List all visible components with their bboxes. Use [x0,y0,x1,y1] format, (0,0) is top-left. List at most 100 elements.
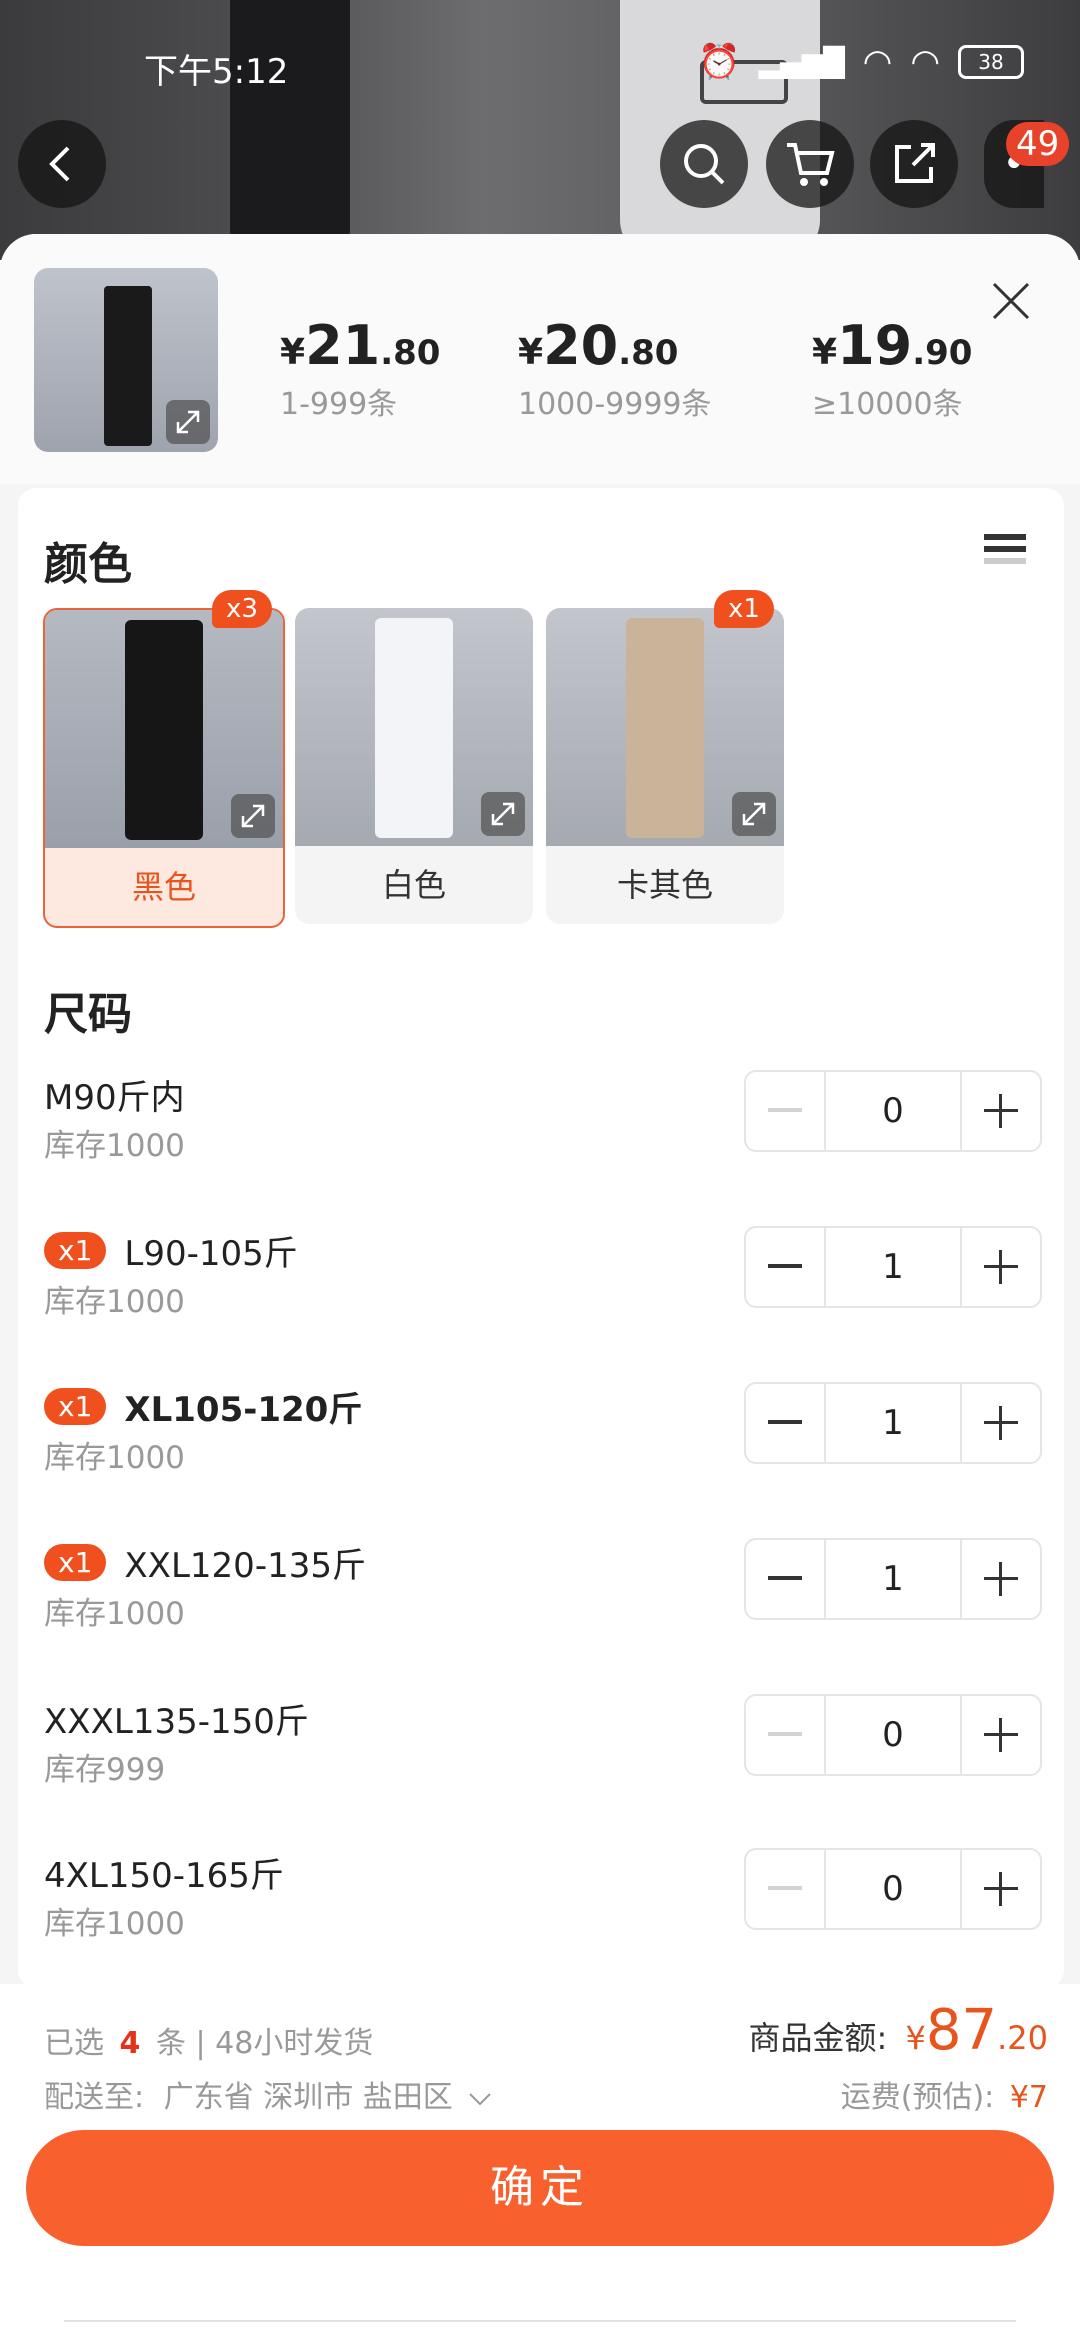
plus-icon [984,1872,1018,1906]
status-time: 下午5:12 [144,52,289,92]
share-icon [895,143,935,183]
signal-icon: ▂▄▆█ [758,45,845,79]
size-name: XXL120-135斤 [124,1546,366,1586]
ship-to[interactable]: 配送至: 广东省 深圳市 盐田区 [44,2072,492,2116]
selected-count: 4 [119,2026,141,2061]
decrement-button[interactable] [746,1384,824,1462]
search-icon [684,144,725,185]
size-row: 4XL150-165斤 库存1000 0 [44,1848,1044,1958]
quantity-input[interactable]: 1 [824,1228,962,1306]
expand-icon[interactable] [732,792,776,836]
list-view-icon[interactable] [984,530,1026,572]
search-button[interactable] [660,120,748,208]
close-icon[interactable] [988,278,1034,324]
chevron-down-icon [469,2093,491,2106]
alarm-icon: ⏰ [698,42,741,82]
color-swatch-black[interactable]: 黑色 [43,608,285,928]
increment-button[interactable] [962,1228,1040,1306]
size-stock: 库存1000 [44,1440,185,1476]
freight-value: ¥7 [1009,2080,1048,2115]
sheet-header: ¥21.80 1-999条 ¥20.80 1000-9999条 ¥19.90 ≥… [0,234,1080,484]
quantity-stepper: 1 [744,1226,1042,1308]
decrement-button[interactable] [746,1540,824,1618]
quantity-input[interactable]: 0 [824,1850,962,1928]
size-count-badge: x1 [44,1544,107,1581]
confirm-button[interactable]: 确定 [26,2130,1054,2246]
order-summary-footer: 已选 4 条 | 48小时发货 配送至: 广东省 深圳市 盐田区 商品金额: ¥… [0,1984,1080,2340]
plus-icon [984,1406,1018,1440]
decrement-button[interactable] [746,1072,824,1150]
increment-button[interactable] [962,1850,1040,1928]
quantity-input[interactable]: 1 [824,1540,962,1618]
expand-icon[interactable] [231,794,275,838]
color-swatch-khaki[interactable]: 卡其色 [546,608,784,924]
size-stock: 库存1000 [44,1596,185,1632]
product-thumbnail[interactable] [34,268,218,452]
size-name: XXXL135-150斤 [44,1702,309,1742]
size-count-badge: x1 [44,1388,107,1425]
size-stock: 库存1000 [44,1128,185,1164]
plus-icon [984,1094,1018,1128]
decrement-button[interactable] [746,1850,824,1928]
size-row: XXXL135-150斤 库存999 0 [44,1694,1044,1804]
status-bar: 下午5:12 ⏰ ▂▄▆█ ◠ ◠ 38 [0,0,1080,130]
quantity-stepper: 0 [744,1848,1042,1930]
back-arrow-icon [49,146,70,182]
size-stock: 库存1000 [44,1284,185,1320]
price-tier-1: ¥21.80 1-999条 [280,314,441,422]
swatch-label: 白色 [381,866,446,904]
cart-button[interactable] [766,120,854,208]
size-row: x1 XL105-120斤 库存1000 1 [44,1382,1044,1492]
size-row: x1 XXL120-135斤 库存1000 1 [44,1538,1044,1648]
selected-summary: 已选 4 条 | 48小时发货 [44,2026,374,2061]
increment-button[interactable] [962,1540,1040,1618]
swatch-label: 卡其色 [616,866,713,904]
wifi-icon: ◠ [862,42,893,82]
size-name: 4XL150-165斤 [44,1856,284,1896]
home-indicator [64,2320,1016,2322]
plus-icon [984,1718,1018,1752]
amount-value: 87 [925,1998,998,2063]
quantity-stepper: 0 [744,1070,1042,1152]
plus-icon [984,1562,1018,1596]
minus-icon [768,1732,802,1736]
quantity-stepper: 1 [744,1538,1042,1620]
decrement-button[interactable] [746,1228,824,1306]
back-button[interactable] [18,120,106,208]
price-tier-3: ¥19.90 ≥10000条 [812,314,973,422]
color-swatch-white[interactable]: 白色 [295,608,533,924]
quantity-stepper: 1 [744,1382,1042,1464]
expand-icon[interactable] [481,792,525,836]
wifi-icon-2: ◠ [910,42,940,82]
swatch-count-badge: x3 [212,590,272,628]
size-section-title: 尺码 [44,989,132,1040]
price-tier-2: ¥20.80 1000-9999条 [518,314,712,422]
minus-icon [768,1264,802,1268]
minus-icon [768,1108,802,1112]
quantity-input[interactable]: 1 [824,1384,962,1462]
size-name: M90斤内 [44,1078,185,1118]
minus-icon [768,1420,802,1424]
swatch-count-badge: x1 [714,590,774,628]
freight-summary: 运费(预估): ¥7 [840,2080,1048,2115]
color-section-title: 颜色 [44,539,132,590]
size-count-badge: x1 [44,1232,107,1269]
increment-button[interactable] [962,1384,1040,1462]
size-stock: 库存999 [44,1752,166,1788]
quantity-input[interactable]: 0 [824,1072,962,1150]
share-button[interactable] [870,120,958,208]
minus-icon [768,1886,802,1890]
cart-count-badge: 49 [1006,122,1070,166]
size-name: XL105-120斤 [124,1390,363,1430]
quantity-input[interactable]: 0 [824,1696,962,1774]
size-row: x1 L90-105斤 库存1000 1 [44,1226,1044,1336]
expand-icon[interactable] [166,400,210,444]
battery-icon: 38 [958,45,1024,79]
amount-summary: 商品金额: ¥87.20 [748,1998,1048,2063]
minus-icon [768,1576,802,1580]
size-stock: 库存1000 [44,1906,185,1942]
decrement-button[interactable] [746,1696,824,1774]
increment-button[interactable] [962,1072,1040,1150]
swatch-label: 黑色 [131,868,196,906]
increment-button[interactable] [962,1696,1040,1774]
